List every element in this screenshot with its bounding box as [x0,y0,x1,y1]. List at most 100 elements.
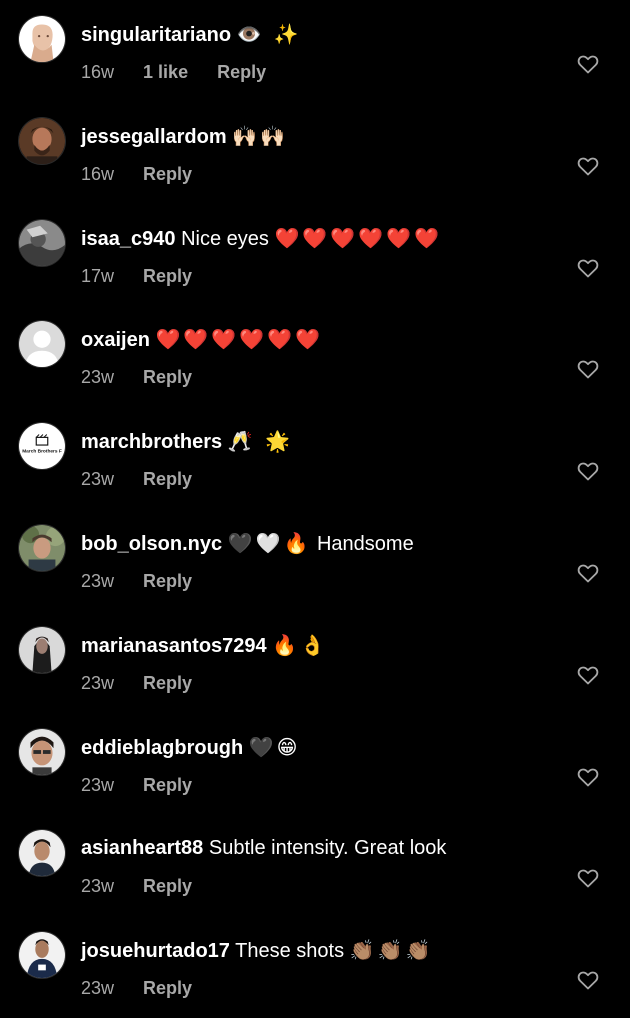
avatar[interactable] [18,524,66,572]
comment-emoji: 🖤😁 [248,734,301,759]
username[interactable]: eddieblagbrough [81,737,243,759]
timestamp: 23w [81,978,115,999]
username[interactable]: marianasantos7294 [81,635,267,657]
comment-meta: 23w Reply [81,569,216,593]
comment-emoji: 🔥👌 [272,632,329,657]
comment-text: Handsome [316,533,414,555]
comment-meta: 16w 1 like Reply [81,60,290,84]
comment-line: jessegallardom 🙌🏻🙌🏻 [81,123,538,150]
username[interactable]: singularitariano [81,24,231,46]
comment-meta: 23w Reply [81,671,216,695]
timestamp: 23w [81,367,115,388]
heart-icon[interactable] [576,52,600,76]
heart-icon[interactable] [576,459,600,483]
comment-item: singularitariano 👁️ ✨ 16w 1 like Reply [0,0,630,102]
username[interactable]: asianheart88 [81,837,203,859]
timestamp: 23w [81,469,115,490]
avatar[interactable] [18,320,66,369]
heart-icon[interactable] [576,561,600,585]
comment-item: bob_olson.nyc 🖤🤍🔥 Handsome 23w Reply [0,509,630,611]
timestamp: 16w [81,163,115,184]
reply-button[interactable]: Reply [143,571,192,591]
timestamp: 23w [81,876,115,897]
timestamp: 23w [81,672,115,693]
comment-text: These shots [235,940,345,963]
comment-emoji: 🙌🏻🙌🏻 [232,123,288,148]
heart-icon[interactable] [576,357,600,381]
comment-meta: 23w Reply [81,467,216,491]
avatar[interactable] [18,218,66,267]
username[interactable]: bob_olson.nyc [81,533,222,555]
comment-emoji: 👏🏽👏🏽👏🏽 [349,938,434,963]
comment-meta: 17w Reply [81,264,216,288]
comment-meta: 16w Reply [81,162,216,186]
likes-count[interactable]: 1 like [143,62,188,82]
comment-item: March Brothers F marchbrothers 🥂 🌟 23w R… [0,407,630,509]
comment-emoji: 🖤🤍🔥 [227,531,312,555]
person-photo-icon [19,117,65,164]
comment-item: marianasantos7294 🔥👌 23w Reply [0,611,630,713]
reply-button[interactable]: Reply [143,978,192,998]
comment-item: isaa_c940 Nice eyes ❤️❤️❤️❤️❤️❤️ 17w Rep… [0,204,630,306]
cartoon-face-icon [19,16,65,62]
reply-button[interactable]: Reply [143,876,192,896]
default-user-icon [19,321,65,368]
comment-item: jessegallardom 🙌🏻🙌🏻 16w Reply [0,102,630,204]
comment-meta: 23w Reply [81,365,216,389]
avatar[interactable] [18,15,66,63]
comment-item: josuehurtado17 These shots 👏🏽👏🏽👏🏽 23w Re… [0,916,630,1018]
comment-emoji: ❤️❤️❤️❤️❤️❤️ [274,225,442,250]
avatar[interactable] [18,931,66,980]
comments-list: singularitariano 👁️ ✨ 16w 1 like Reply j… [0,0,630,1000]
person-photo-icon [19,219,65,266]
comment-emoji: 🥂 🌟 [227,429,293,454]
heart-icon[interactable] [576,256,600,280]
comment-text: Nice eyes [181,227,269,250]
username[interactable]: jessegallardom [81,126,227,148]
timestamp: 23w [81,774,115,795]
comment-line: eddieblagbrough 🖤😁 [81,734,538,761]
comment-emoji: 👁️ ✨ [236,22,302,46]
comment-line: josuehurtado17 These shots 👏🏽👏🏽👏🏽 [81,937,538,964]
comment-line: asianheart88 Subtle intensity. Great loo… [81,835,538,861]
reply-button[interactable]: Reply [143,673,192,693]
heart-icon[interactable] [576,866,600,890]
person-photo-icon [19,932,65,979]
reply-button[interactable]: Reply [143,775,192,795]
comment-line: singularitariano 👁️ ✨ [81,21,538,48]
avatar[interactable]: March Brothers F [18,422,66,471]
reply-button[interactable]: Reply [217,62,266,82]
avatar[interactable] [18,727,66,776]
heart-icon[interactable] [576,663,600,687]
avatar[interactable] [18,116,66,165]
username[interactable]: oxaijen [81,329,150,351]
comment-text: Subtle intensity. Great look [208,837,447,860]
heart-icon[interactable] [576,154,600,178]
comment-meta: 23w Reply [81,976,216,1000]
comment-meta: 23w Reply [81,773,216,797]
comment-line: bob_olson.nyc 🖤🤍🔥 Handsome [81,530,538,557]
username[interactable]: isaa_c940 [81,228,176,250]
person-photo-icon [19,830,65,877]
heart-icon[interactable] [576,968,600,992]
person-photo-icon [19,525,65,571]
avatar[interactable] [18,625,66,674]
comment-emoji: ❤️❤️❤️❤️❤️❤️ [155,327,323,352]
reply-button[interactable]: Reply [143,469,192,489]
person-photo-icon [19,626,65,673]
reply-button[interactable]: Reply [143,164,192,184]
username[interactable]: josuehurtado17 [81,940,230,962]
comment-meta: 23w Reply [81,874,216,898]
comment-item: oxaijen ❤️❤️❤️❤️❤️❤️ 23w Reply [0,305,630,407]
logo-text: March Brothers F [22,449,62,455]
reply-button[interactable]: Reply [143,367,192,387]
clapperboard-logo-icon: March Brothers F [19,423,65,470]
timestamp: 17w [81,265,115,286]
comment-line: marchbrothers 🥂 🌟 [81,428,538,455]
heart-icon[interactable] [576,765,600,789]
comment-line: marianasantos7294 🔥👌 [81,632,538,659]
username[interactable]: marchbrothers [81,431,222,453]
comment-line: isaa_c940 Nice eyes ❤️❤️❤️❤️❤️❤️ [81,225,538,252]
avatar[interactable] [18,829,66,878]
reply-button[interactable]: Reply [143,266,192,286]
